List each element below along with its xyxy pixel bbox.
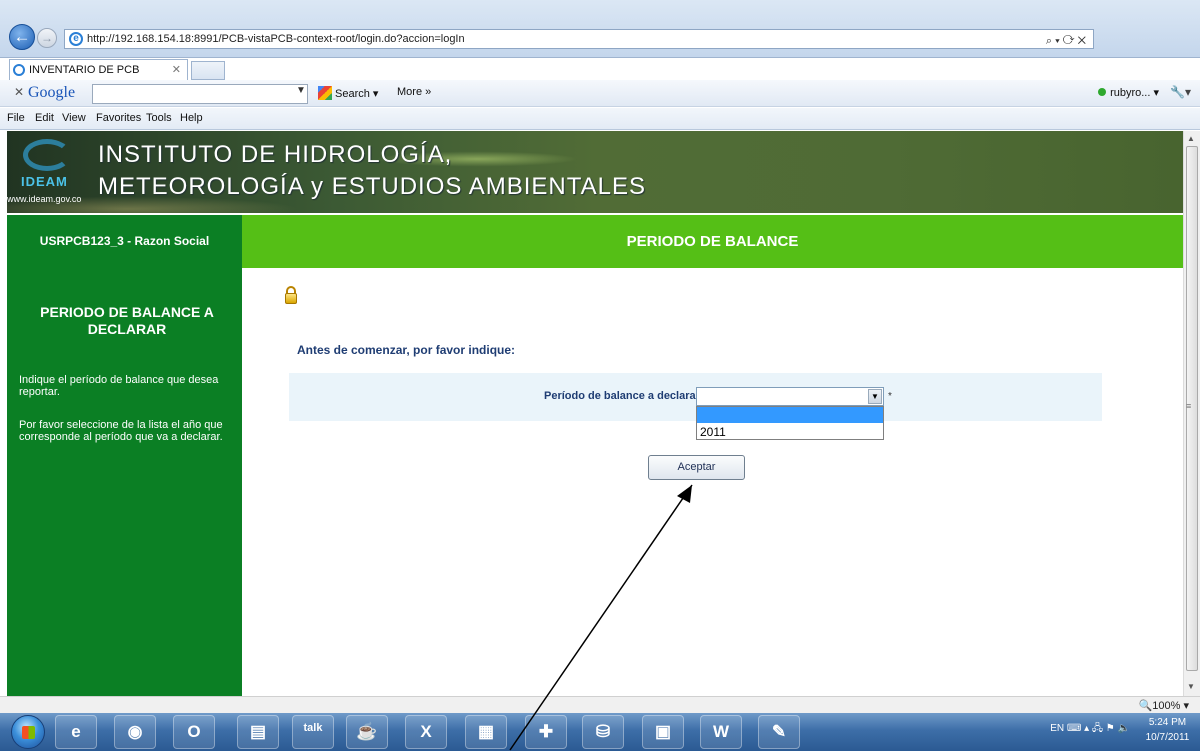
taskbar-ie[interactable]: e [55,715,97,749]
banner-title-line1: INSTITUTO DE HIDROLOGÍA, [98,141,453,168]
taskbar-paint[interactable]: ✎ [758,715,800,749]
scroll-up-icon[interactable]: ▲ [1187,134,1195,143]
logo-word: IDEAM [21,174,68,189]
calculator-icon: ▦ [477,722,495,741]
google-search-icon [318,86,332,100]
vertical-scrollbar[interactable]: ▲ ≡ ▼ [1183,131,1200,696]
scroll-grip-icon: ≡ [1186,401,1192,411]
menu-help[interactable]: Help [180,112,203,124]
start-button[interactable] [11,715,45,749]
period-select[interactable]: ▼ [696,387,884,406]
back-button[interactable]: ← [9,24,35,50]
wrench-icon[interactable]: 🔧▾ [1170,85,1191,99]
chrome-icon: ◉ [127,722,143,741]
page-icon: e [69,32,83,46]
accept-button[interactable]: Aceptar [648,455,745,480]
banner-title-line2: METEOROLOGÍA y ESTUDIOS AMBIENTALES [98,173,646,200]
google-search-input[interactable] [92,84,308,104]
clock-time[interactable]: 5:24 PM [1144,717,1191,728]
google-toolbar: ✕ Google ▼ Search ▾ More » rubyro... ▾ 🔧… [0,80,1200,107]
lock-icon [285,286,297,304]
logo-url: www.ideam.gov.co [7,194,82,204]
google-more-button[interactable]: More » [397,86,431,98]
word-icon: W [712,722,730,741]
web-page: IDEAM www.ideam.gov.co INSTITUTO DE HIDR… [7,131,1183,696]
taskbar-word[interactable]: W [700,715,742,749]
period-dropdown-list[interactable]: 2011 [696,406,884,440]
tab-strip: INVENTARIO DE PCB ✕ [9,58,1200,80]
app-icon: ✚ [538,722,554,741]
status-bar: 🔍100% ▾ [0,696,1200,713]
explorer-icon: ▤ [249,722,267,741]
menu-bar: File Edit View Favorites Tools Help [0,108,1200,130]
taskbar-access[interactable]: ▣ [642,715,684,749]
taskbar-database[interactable]: ⛁ [582,715,624,749]
excel-icon: X [420,722,432,741]
taskbar: e ◉ O ▤ talk ☕ X ▦ ✚ ⛁ ▣ W ✎ EN ⌨ ▴ 🖧 ⚑ … [0,713,1200,751]
close-toolbar-icon[interactable]: ✕ [14,85,24,99]
address-bar[interactable]: e http://192.168.154.18:8991/PCB-vistaPC… [64,29,1094,49]
outlook-icon: O [187,722,201,741]
menu-edit[interactable]: Edit [35,112,54,124]
chevron-down-icon[interactable]: ▼ [296,85,306,96]
status-dot-icon [1098,88,1107,96]
required-mark: * [888,391,892,402]
address-text: http://192.168.154.18:8991/PCB-vistaPCB-… [87,33,465,45]
scroll-down-icon[interactable]: ▼ [1187,682,1195,691]
menu-tools[interactable]: Tools [146,112,172,124]
ie-icon: e [71,722,81,741]
chevron-down-icon[interactable]: ▼ [868,389,882,404]
period-option-2011[interactable]: 2011 [700,425,726,439]
ie-tab-icon [13,64,25,76]
taskbar-calculator[interactable]: ▦ [465,715,507,749]
google-user-menu[interactable]: rubyro... ▾ [1098,86,1159,99]
address-tools-icon[interactable]: ⌕ ▾ ⟳ ✕ [1046,32,1086,48]
sidebar: PERIODO DE BALANCE A DECLARAR Indique el… [7,268,242,696]
tab-inventario[interactable]: INVENTARIO DE PCB ✕ [9,59,188,80]
google-search-button[interactable]: Search ▾ [318,86,378,100]
database-icon: ⛁ [595,722,611,741]
taskbar-outlook[interactable]: O [173,715,215,749]
tab-title: INVENTARIO DE PCB [29,64,140,76]
menu-file[interactable]: File [7,112,25,124]
taskbar-chrome[interactable]: ◉ [114,715,156,749]
taskbar-java[interactable]: ☕ [346,715,388,749]
google-logo[interactable]: Google [28,84,75,102]
clock-date[interactable]: 10/7/2011 [1144,732,1191,743]
logo-swirl-icon [23,139,71,171]
paint-icon: ✎ [771,722,787,741]
java-icon: ☕ [356,722,378,741]
ideam-banner: IDEAM www.ideam.gov.co INSTITUTO DE HIDR… [7,131,1183,213]
sidebar-help-text: Indique el período de balance que desea … [19,374,219,398]
taskbar-explorer[interactable]: ▤ [237,715,279,749]
taskbar-talk[interactable]: talk [292,715,334,749]
browser-title-bar: ← → e http://192.168.154.18:8991/PCB-vis… [0,0,1200,58]
sidebar-title: PERIODO DE BALANCE A DECLARAR [40,304,214,337]
page-title: PERIODO DE BALANCE [242,215,1183,268]
period-option-blank[interactable] [697,407,883,423]
forward-button[interactable]: → [37,28,57,48]
ideam-logo: IDEAM [15,139,77,189]
user-label: USRPCB123_3 - Razon Social [7,215,242,268]
sidebar-help-text-2: Por favor seleccione de la lista el año … [19,419,223,443]
windows-logo-icon [22,726,35,739]
period-label: Período de balance a declarar [544,390,700,402]
tab-close-icon[interactable]: ✕ [172,60,181,80]
form-heading: Antes de comenzar, por favor indique: [297,343,516,357]
access-icon: ▣ [654,722,672,741]
taskbar-excel[interactable]: X [405,715,447,749]
talk-icon: talk [303,722,323,734]
new-tab-button[interactable] [191,61,225,80]
menu-view[interactable]: View [62,112,86,124]
system-tray[interactable]: EN ⌨ ▴ 🖧 ⚑ 🔈 [1050,721,1130,738]
menu-favorites[interactable]: Favorites [96,112,141,124]
zoom-control[interactable]: 🔍100% ▾ [1139,699,1189,712]
taskbar-app[interactable]: ✚ [525,715,567,749]
